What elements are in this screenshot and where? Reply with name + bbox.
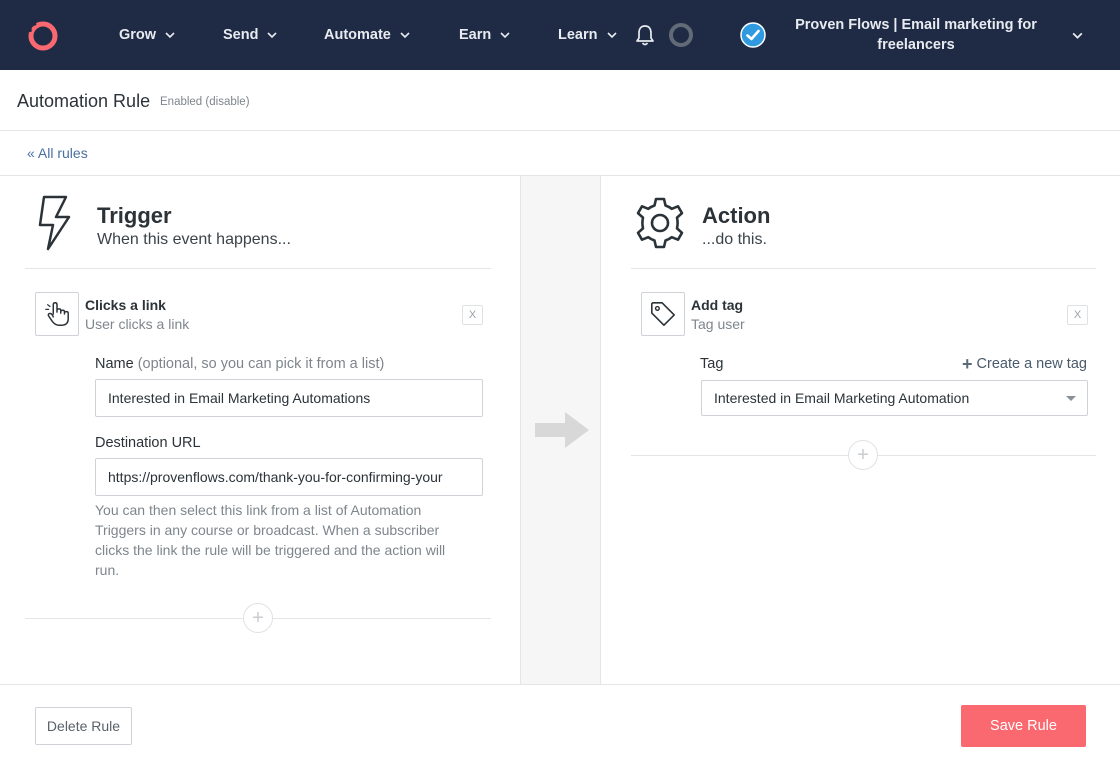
create-new-tag-link[interactable]: + Create a new tag (962, 354, 1087, 374)
action-step-icon (641, 292, 685, 336)
trigger-step-icon (35, 292, 79, 336)
name-hint: (optional, so you can pick it from a lis… (137, 356, 385, 372)
trigger-help-text: You can then select this link from a lis… (95, 500, 495, 580)
pointer-hand-icon (45, 302, 69, 326)
trigger-title: Trigger (97, 203, 172, 228)
action-step-subtitle: Tag user (691, 316, 745, 332)
help-line: clicks the link the rule will be trigger… (95, 542, 446, 558)
page-title: Automation Rule (17, 91, 151, 111)
nav-send-label: Send (223, 27, 259, 43)
divider (631, 268, 1096, 269)
chevron-down-icon (400, 32, 410, 39)
trigger-panel: Trigger When this event happens... Click… (0, 176, 521, 684)
tag-select-value: Interested in Email Marketing Automation (714, 390, 970, 406)
remove-action-button[interactable]: X (1067, 305, 1088, 325)
nav-send[interactable]: Send (223, 24, 278, 46)
tag-select[interactable]: Interested in Email Marketing Automation (701, 380, 1088, 416)
nav-automate[interactable]: Automate (324, 24, 411, 46)
delete-rule-button[interactable]: Delete Rule (35, 707, 132, 745)
loading-spinner-icon (669, 23, 693, 47)
gear-icon (636, 197, 684, 249)
destination-url-label: Destination URL (95, 435, 201, 451)
tag-label: Tag (700, 356, 724, 372)
verified-check-icon (740, 22, 766, 48)
bell-icon[interactable] (634, 23, 656, 47)
help-line: run. (95, 562, 120, 578)
nav-grow[interactable]: Grow (119, 24, 176, 46)
convertkit-logo-icon[interactable] (26, 19, 60, 53)
chevron-down-icon (165, 32, 175, 39)
nav-automate-label: Automate (324, 27, 391, 43)
chevron-down-icon (606, 32, 617, 39)
name-label: Name (optional, so you can pick it from … (95, 356, 384, 372)
remove-trigger-button[interactable]: X (462, 305, 483, 325)
disable-link[interactable]: (disable) (205, 96, 249, 108)
all-rules-link[interactable]: « All rules (27, 145, 88, 161)
destination-url-input[interactable]: https://provenflows.com/thank-you-for-co… (95, 458, 483, 496)
nav-learn[interactable]: Learn (558, 24, 618, 46)
trigger-step-title: Clicks a link (85, 297, 166, 313)
footer-bar: Delete Rule Save Rule (0, 684, 1120, 760)
rule-status: Enabled (disable) (160, 96, 250, 108)
nav-learn-label: Learn (558, 27, 598, 43)
status-text: Enabled (160, 96, 203, 108)
trigger-step-subtitle: User clicks a link (85, 316, 190, 332)
action-subtitle: ...do this. (702, 231, 767, 248)
link-name-input[interactable]: Interested in Email Marketing Automation… (95, 379, 483, 417)
chevron-down-icon (500, 32, 510, 39)
save-rule-button[interactable]: Save Rule (961, 705, 1086, 747)
help-line: You can then select this link from a lis… (95, 502, 422, 518)
breadcrumb: « All rules (0, 131, 1120, 176)
lightning-bolt-icon (38, 195, 71, 251)
arrow-right-icon (535, 412, 589, 448)
name-label-text: Name (95, 356, 134, 372)
nav-grow-label: Grow (119, 27, 157, 43)
nav-earn[interactable]: Earn (459, 24, 511, 46)
create-tag-label: Create a new tag (976, 356, 1087, 372)
account-name[interactable]: Proven Flows | Email marketing for freel… (786, 15, 1046, 55)
caret-down-icon (1066, 396, 1076, 401)
help-line: Triggers in any course or broadcast. Whe… (95, 522, 440, 538)
plus-icon: + (962, 354, 973, 374)
add-trigger-button[interactable]: + (243, 603, 273, 633)
action-panel: Action ...do this. Add tag Tag user X Ta… (601, 176, 1120, 684)
chevron-down-icon[interactable] (1071, 29, 1084, 42)
action-title: Action (702, 203, 771, 228)
tag-icon (651, 302, 675, 326)
page-header: Automation Rule Enabled (disable) (0, 70, 1120, 131)
chevron-down-icon (267, 32, 278, 39)
action-step-title: Add tag (691, 297, 744, 313)
divider (25, 268, 491, 269)
add-action-button[interactable]: + (848, 440, 878, 470)
nav-earn-label: Earn (459, 27, 492, 43)
top-navigation: Grow Send Automate Earn Learn Proven Flo… (0, 0, 1120, 70)
trigger-subtitle: When this event happens... (97, 231, 291, 248)
